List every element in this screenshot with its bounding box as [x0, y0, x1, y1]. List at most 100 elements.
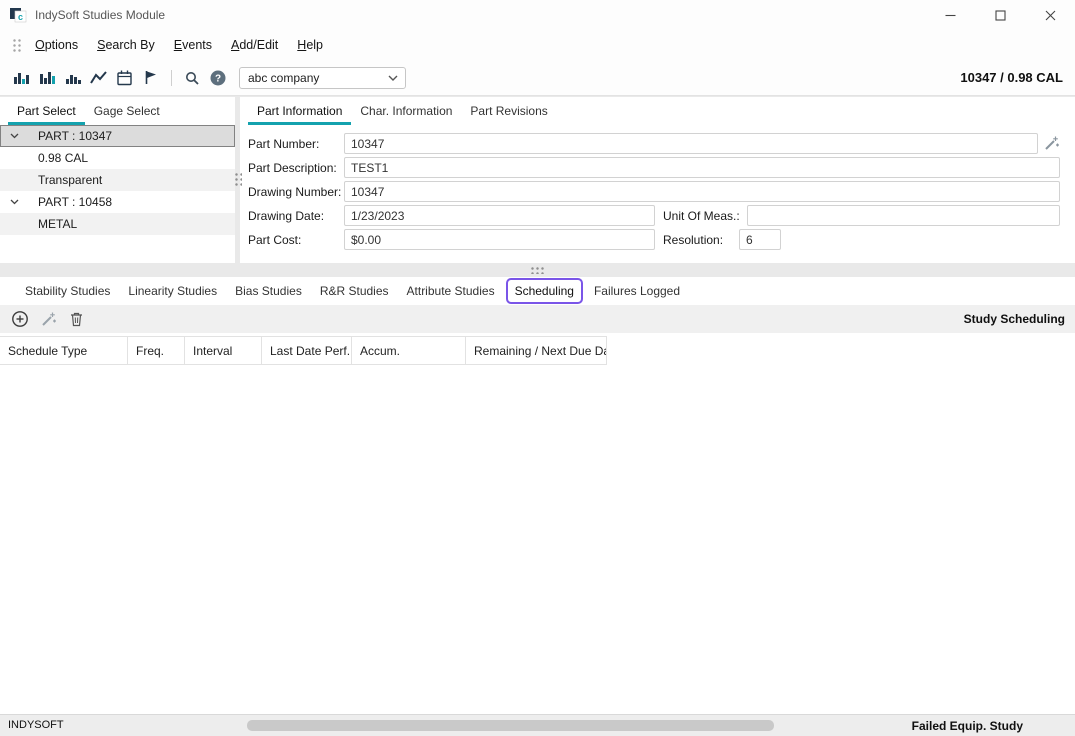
select-panel: Part Select Gage Select PART : 10347 0.9…	[0, 97, 235, 263]
bar-chart-button[interactable]	[8, 65, 34, 91]
unit-of-meas-field[interactable]	[747, 205, 1060, 226]
resolution-field[interactable]	[739, 229, 781, 250]
svg-text:c: c	[18, 12, 23, 22]
company-select[interactable]: abc company	[239, 67, 406, 89]
schedule-table-body	[0, 365, 1075, 705]
tab-stability-studies[interactable]: Stability Studies	[16, 277, 119, 305]
current-context-label: 10347 / 0.98 CAL	[960, 70, 1063, 85]
tree-row[interactable]: PART : 10347	[0, 125, 235, 147]
close-button[interactable]	[1025, 0, 1075, 30]
tree-row[interactable]: 0.98 CAL	[0, 147, 235, 169]
studies-tabs: Stability Studies Linearity Studies Bias…	[0, 277, 1075, 305]
part-cost-field[interactable]	[344, 229, 655, 250]
close-icon	[1045, 10, 1056, 21]
tab-part-revisions[interactable]: Part Revisions	[461, 97, 556, 125]
toolbar-separator	[171, 70, 172, 86]
menu-help[interactable]: Help	[296, 34, 324, 56]
trend-chart-button[interactable]	[86, 65, 112, 91]
part-cost-label: Part Cost:	[248, 233, 344, 247]
search-icon	[184, 70, 200, 86]
tab-scheduling[interactable]: Scheduling	[506, 278, 583, 304]
tab-rr-studies[interactable]: R&R Studies	[311, 277, 398, 305]
tree-item-label: 0.98 CAL	[38, 151, 88, 165]
histogram-icon	[65, 70, 82, 85]
flag-button[interactable]	[138, 65, 164, 91]
drawing-date-field[interactable]	[344, 205, 655, 226]
horizontal-splitter-handle[interactable]	[530, 266, 546, 274]
tab-attribute-studies[interactable]: Attribute Studies	[398, 277, 504, 305]
drag-handle-icon[interactable]	[12, 38, 21, 53]
menu-search-by[interactable]: Search By	[96, 34, 156, 56]
menu-add-edit[interactable]: Add/Edit	[230, 34, 279, 56]
tab-gage-select[interactable]: Gage Select	[85, 97, 169, 125]
help-button[interactable]: ?	[205, 65, 231, 91]
trend-chart-icon	[90, 70, 108, 85]
section-title: Study Scheduling	[964, 312, 1065, 326]
schedule-table: Schedule Type Freq. Interval Last Date P…	[0, 336, 1075, 705]
chevron-down-icon[interactable]	[10, 199, 19, 205]
column-chart-button[interactable]	[34, 65, 60, 91]
titlebar: c IndySoft Studies Module	[0, 0, 1075, 30]
part-number-label: Part Number:	[248, 137, 344, 151]
trash-icon	[69, 311, 84, 327]
tab-linearity-studies[interactable]: Linearity Studies	[119, 277, 226, 305]
delete-schedule-button[interactable]	[64, 307, 88, 331]
maximize-icon	[995, 10, 1006, 21]
add-schedule-button[interactable]	[8, 307, 32, 331]
minimize-button[interactable]	[925, 0, 975, 30]
drawing-number-label: Drawing Number:	[248, 185, 344, 199]
chevron-down-icon	[388, 75, 398, 81]
add-circle-icon	[11, 310, 29, 328]
window-controls	[925, 0, 1075, 30]
magic-wand-button[interactable]	[1042, 134, 1060, 154]
part-description-label: Part Description:	[248, 161, 344, 175]
column-header[interactable]: Freq.	[128, 337, 185, 364]
histogram-button[interactable]	[60, 65, 86, 91]
menu-events[interactable]: Events	[173, 34, 213, 56]
search-button[interactable]	[179, 65, 205, 91]
scheduling-toolbar: Study Scheduling	[0, 305, 1075, 333]
column-header[interactable]: Schedule Type	[0, 337, 128, 364]
tab-part-select[interactable]: Part Select	[8, 97, 85, 125]
main-area: Part Select Gage Select PART : 10347 0.9…	[0, 95, 1075, 714]
horizontal-scrollbar-thumb[interactable]	[247, 720, 774, 731]
column-header[interactable]: Accum.	[352, 337, 466, 364]
tree-item-label: PART : 10458	[38, 195, 112, 209]
column-header[interactable]: Remaining / Next Due Da	[466, 337, 607, 364]
magic-wand-icon	[40, 311, 57, 328]
chevron-down-icon[interactable]	[10, 133, 19, 139]
resolution-label: Resolution:	[655, 233, 739, 247]
menu-bar: Options Search By Events Add/Edit Help	[0, 30, 1075, 60]
edit-schedule-button[interactable]	[36, 307, 60, 331]
studies-panel: Stability Studies Linearity Studies Bias…	[0, 277, 1075, 714]
menu-options[interactable]: Options	[34, 34, 79, 56]
column-header[interactable]: Interval	[185, 337, 262, 364]
drawing-date-label: Drawing Date:	[248, 209, 344, 223]
schedule-table-header: Schedule Type Freq. Interval Last Date P…	[0, 336, 607, 365]
tab-bias-studies[interactable]: Bias Studies	[226, 277, 311, 305]
svg-text:?: ?	[215, 73, 221, 84]
tab-char-information[interactable]: Char. Information	[351, 97, 461, 125]
column-header[interactable]: Last Date Perf.	[262, 337, 352, 364]
tree-row[interactable]: METAL	[0, 213, 235, 235]
app-logo-icon: c	[10, 7, 27, 23]
tree-row[interactable]: Transparent	[0, 169, 235, 191]
part-description-field[interactable]	[344, 157, 1060, 178]
tab-part-information[interactable]: Part Information	[248, 97, 351, 125]
status-left-text: INDYSOFT	[8, 719, 64, 731]
drawing-number-field[interactable]	[344, 181, 1060, 202]
calendar-button[interactable]	[112, 65, 138, 91]
part-form: Part Number: Part Description: Drawing N…	[240, 125, 1075, 250]
company-select-value: abc company	[248, 71, 388, 85]
tree-row[interactable]: PART : 10458	[0, 191, 235, 213]
vertical-splitter-handle[interactable]	[234, 172, 242, 188]
window-chrome: c IndySoft Studies Module Options Search…	[0, 0, 1075, 95]
part-number-field[interactable]	[344, 133, 1038, 154]
maximize-button[interactable]	[975, 0, 1025, 30]
status-bar: INDYSOFT Failed Equip. Study	[0, 714, 1075, 736]
magic-wand-icon	[1043, 135, 1060, 152]
part-tree: PART : 10347 0.98 CAL Transparent PART :…	[0, 125, 235, 235]
tree-item-label: PART : 10347	[38, 129, 112, 143]
tree-item-label: Transparent	[38, 173, 102, 187]
tab-failures-logged[interactable]: Failures Logged	[585, 277, 689, 305]
